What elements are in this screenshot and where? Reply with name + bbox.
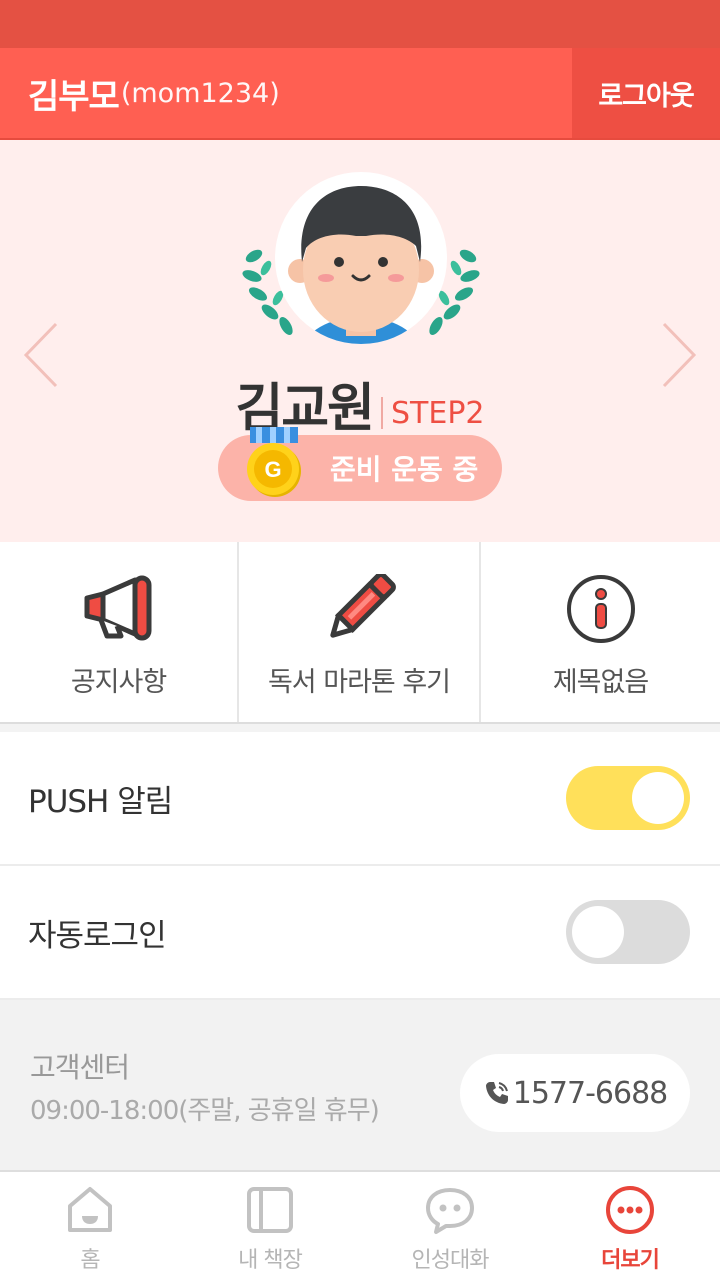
autologin-toggle[interactable] [566,900,690,964]
megaphone-icon [84,575,151,641]
push-toggle[interactable] [566,766,690,830]
user-name: 김부모 [28,76,120,117]
bottom-tab-bar: 홈 내 책장 인성대화 더보기 [0,1174,720,1280]
step-label: STEP2 [391,396,485,431]
call-button[interactable]: 1577-6688 [460,1054,690,1132]
quick-menu: 공지사항 독서 마라톤 후기 제목없음 [0,542,720,724]
menu-item-notice[interactable]: 공지사항 [0,542,239,722]
setting-push: PUSH 알림 [0,732,720,866]
user-info: 김부모 (mom1234) [28,48,280,138]
tab-label: 더보기 [601,1248,660,1273]
toggle-knob [572,906,624,958]
tab-bookshelf[interactable]: 내 책장 [180,1174,360,1280]
tab-chat[interactable]: 인성대화 [360,1174,540,1280]
status-bar [0,0,720,48]
bookshelf-icon [247,1187,293,1233]
setting-autologin: 자동로그인 [0,866,720,1000]
tab-label: 홈 [80,1248,100,1273]
more-icon [606,1186,654,1234]
customer-center: 고객센터 09:00-18:00(주말, 공휴일 휴무) 1577-6688 [0,1000,720,1172]
tab-home[interactable]: 홈 [0,1174,180,1280]
info-icon [566,575,635,643]
medal-letter: G [264,457,281,482]
phone-icon [485,1082,508,1104]
child-profile-panel: 김교원 STEP2 G 준비 운동 중 [0,140,720,542]
menu-label: 제목없음 [552,667,649,698]
app-header: 김부모 (mom1234) 로그아웃 [0,48,720,140]
phone-number: 1577-6688 [512,1075,669,1111]
divider [381,397,383,429]
logout-button[interactable]: 로그아웃 [572,48,720,138]
tab-label: 내 책장 [238,1248,303,1273]
setting-label: 자동로그인 [28,917,167,954]
cs-title: 고객센터 [30,1051,130,1084]
user-id: (mom1234) [120,77,280,109]
toggle-knob [632,772,684,824]
menu-item-review[interactable]: 독서 마라톤 후기 [239,542,481,722]
menu-item-untitled[interactable]: 제목없음 [481,542,720,722]
tab-more[interactable]: 더보기 [540,1174,720,1280]
badge-label: 준비 운동 중 [330,453,479,486]
child-name-row: 김교원 STEP2 [0,366,720,441]
setting-label: PUSH 알림 [28,783,173,820]
section-divider [0,724,720,732]
status-badge: G 준비 운동 중 [218,427,502,501]
home-icon [68,1187,112,1232]
child-avatar [242,172,480,344]
chat-icon [426,1188,474,1234]
tab-label: 인성대화 [411,1248,490,1273]
pencil-icon [330,574,396,638]
cs-hours: 09:00-18:00(주말, 공휴일 휴무) [30,1096,380,1126]
menu-label: 공지사항 [70,667,167,698]
menu-label: 독서 마라톤 후기 [267,667,451,698]
medal-icon: G [247,427,301,497]
